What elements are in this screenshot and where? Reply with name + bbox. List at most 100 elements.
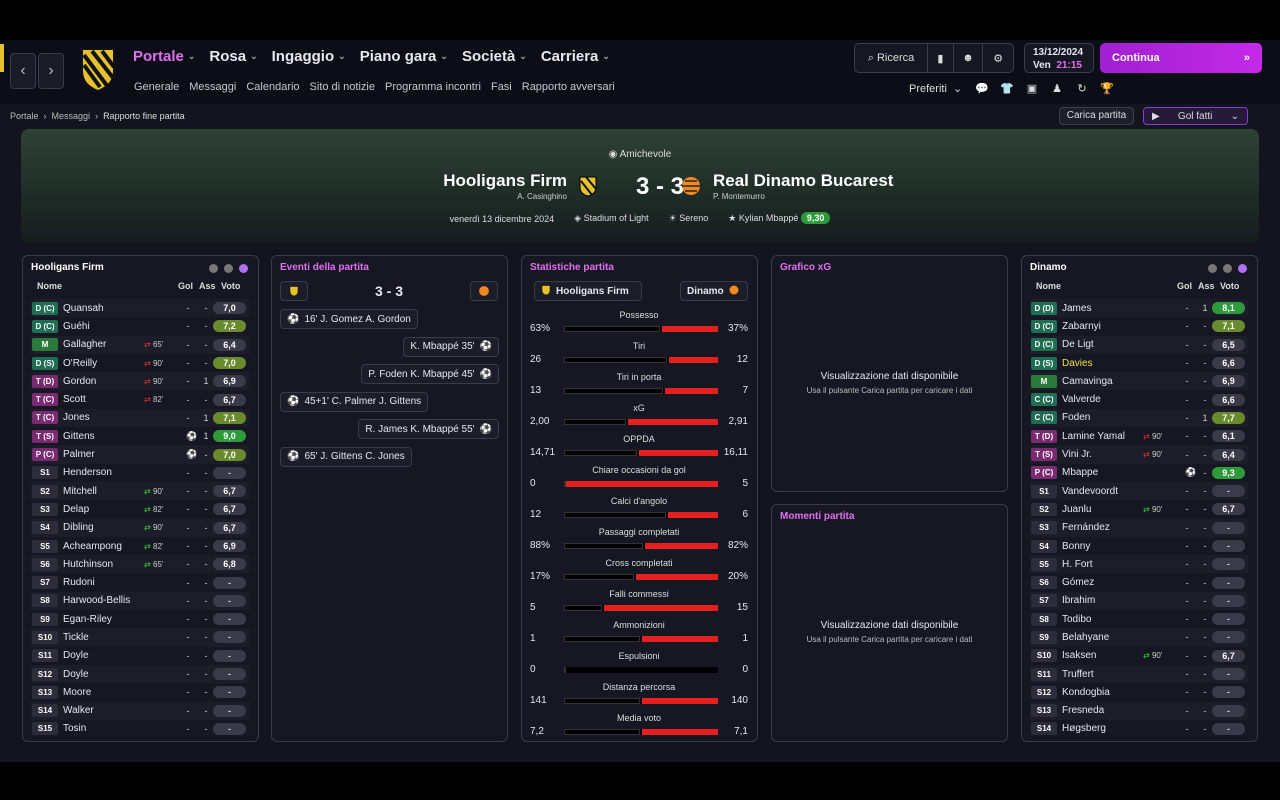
player-row[interactable]: P (C) Mbappe ⚽ -9,3: [1030, 464, 1248, 482]
player-row[interactable]: C (C) Valverde - -6,6: [1030, 390, 1248, 408]
player-name[interactable]: Jones: [63, 412, 133, 423]
player-name[interactable]: Kondogbia: [1062, 687, 1132, 698]
player-name[interactable]: Foden: [1062, 412, 1132, 423]
player-row[interactable]: S7 Ibrahim - - -: [1030, 591, 1248, 611]
player-name[interactable]: Belahyane: [1062, 632, 1132, 643]
submenu-item[interactable]: Sito di notizie: [310, 81, 375, 93]
player-row[interactable]: S5 Acheampong ⇄ 82' - -6,9: [31, 537, 249, 555]
col-ass[interactable]: Ass: [1198, 281, 1215, 291]
menu-società[interactable]: Società ⌄: [462, 48, 527, 65]
tactics-icon[interactable]: ♟: [1050, 82, 1064, 95]
player-row[interactable]: S12 Doyle - - -: [31, 664, 249, 684]
col-gol[interactable]: Gol: [178, 281, 193, 291]
menu-ingaggio[interactable]: Ingaggio ⌄: [272, 48, 346, 65]
dot-3[interactable]: [1238, 264, 1247, 273]
crumb-portale[interactable]: Portale: [10, 111, 39, 121]
staff-button[interactable]: ☻: [954, 44, 984, 72]
shirt-icon[interactable]: 👕: [1000, 82, 1014, 95]
dot-3[interactable]: [239, 264, 248, 273]
player-name[interactable]: Tosin: [63, 723, 133, 734]
player-name[interactable]: Egan-Riley: [63, 614, 133, 625]
player-name[interactable]: Høgsberg: [1062, 723, 1132, 734]
player-name[interactable]: Todibo: [1062, 614, 1132, 625]
player-row[interactable]: S3 Delap ⇄ 82' - -6,7: [31, 500, 249, 518]
col-voto[interactable]: Voto: [221, 281, 240, 291]
player-name[interactable]: Dibling: [63, 522, 133, 533]
submenu-item[interactable]: Programma incontri: [385, 81, 481, 93]
player-row[interactable]: D (D) James - 1 8,1: [1030, 299, 1248, 318]
trophy-icon[interactable]: 🏆: [1100, 82, 1114, 95]
player-row[interactable]: S15 Tosin - - -: [31, 720, 249, 738]
player-name[interactable]: Lamine Yamal: [1062, 431, 1132, 442]
player-name[interactable]: Vini Jr.: [1062, 449, 1132, 460]
menu-portale[interactable]: Portale ⌄: [133, 48, 195, 65]
player-row[interactable]: D (C) Zabarnyi - -7,1: [1030, 317, 1248, 335]
dot-1[interactable]: [209, 264, 218, 273]
menu-rosa[interactable]: Rosa ⌄: [209, 48, 257, 65]
player-row[interactable]: T (S) Vini Jr. ⇄ 90' - -6,4: [1030, 445, 1248, 464]
player-name[interactable]: Ibrahim: [1062, 595, 1132, 606]
forward-button[interactable]: ›: [38, 53, 64, 89]
menu-carriera[interactable]: Carriera ⌄: [541, 48, 610, 65]
card-icon[interactable]: ▣: [1025, 82, 1039, 95]
player-row[interactable]: M Gallagher ⇄ 65' - -6,4: [31, 335, 249, 354]
player-row[interactable]: T (S) Gittens ⚽ 1 9,0: [31, 427, 249, 445]
player-row[interactable]: S9 Belahyane - - -: [1030, 628, 1248, 647]
dot-1[interactable]: [1208, 264, 1217, 273]
player-row[interactable]: S2 Juanlu ⇄ 90' - -6,7: [1030, 500, 1248, 518]
event-item[interactable]: ⚽ 65' J. Gittens C. Jones: [280, 446, 412, 467]
player-name[interactable]: Davies: [1062, 358, 1132, 369]
player-name[interactable]: Palmer: [63, 449, 133, 460]
goals-dropdown[interactable]: ▶ Gol fatti ⌄: [1143, 107, 1248, 125]
event-item[interactable]: K. Mbappé 35' ⚽: [403, 336, 499, 357]
chat-icon[interactable]: 💬: [975, 82, 989, 95]
col-gol[interactable]: Gol: [1177, 281, 1192, 291]
submenu-item[interactable]: Generale: [134, 81, 179, 93]
col-name[interactable]: Nome: [1036, 281, 1061, 291]
player-row[interactable]: S13 Fresneda - - -: [1030, 701, 1248, 720]
player-row[interactable]: D (S) Davies - -6,6: [1030, 354, 1248, 372]
bookmark-button[interactable]: ▮: [928, 44, 954, 72]
player-name[interactable]: Valverde: [1062, 394, 1132, 405]
player-name[interactable]: Truffert: [1062, 669, 1132, 680]
dot-2[interactable]: [224, 264, 233, 273]
player-row[interactable]: S6 Hutchinson ⇄ 65' - -6,8: [31, 555, 249, 574]
favorites-dropdown[interactable]: Preferiti ⌄: [909, 82, 962, 95]
player-name[interactable]: O'Reilly: [63, 358, 133, 369]
player-row[interactable]: T (D) Gordon ⇄ 90' - 1 6,9: [31, 372, 249, 391]
menu-piano-gara[interactable]: Piano gara ⌄: [360, 48, 448, 65]
player-name[interactable]: Walker: [63, 705, 133, 716]
submenu-item[interactable]: Calendario: [246, 81, 299, 93]
player-name[interactable]: Vandevoordt: [1062, 486, 1132, 497]
col-ass[interactable]: Ass: [199, 281, 216, 291]
player-name[interactable]: Rudoni: [63, 577, 133, 588]
player-name[interactable]: Hutchinson: [63, 559, 133, 570]
player-name[interactable]: Gordon: [63, 376, 133, 387]
player-name[interactable]: Fernández: [1062, 522, 1132, 533]
player-row[interactable]: S11 Truffert - - -: [1030, 664, 1248, 684]
player-row[interactable]: C (C) Foden - 1 7,7: [1030, 408, 1248, 428]
player-name[interactable]: De Ligt: [1062, 339, 1132, 350]
player-name[interactable]: Mbappe: [1062, 467, 1132, 478]
player-name[interactable]: Scott: [63, 394, 133, 405]
player-row[interactable]: D (C) Quansah - -7,0: [31, 299, 249, 318]
player-row[interactable]: S6 Gómez - - -: [1030, 573, 1248, 591]
player-name[interactable]: Guéhi: [63, 321, 133, 332]
submenu-item[interactable]: Fasi: [491, 81, 512, 93]
date-box[interactable]: 13/12/2024 Ven 21:15: [1024, 43, 1094, 73]
player-row[interactable]: T (C) Jones - 1 7,1: [31, 408, 249, 428]
player-row[interactable]: S14 Høgsberg - - -: [1030, 720, 1248, 738]
player-row[interactable]: P (C) Palmer ⚽ -7,0: [31, 445, 249, 464]
col-voto[interactable]: Voto: [1220, 281, 1239, 291]
player-name[interactable]: James: [1062, 303, 1132, 314]
player-name[interactable]: Henderson: [63, 467, 133, 478]
player-row[interactable]: S12 Kondogbia - - -: [1030, 683, 1248, 701]
player-row[interactable]: S5 H. Fort - - -: [1030, 555, 1248, 574]
player-name[interactable]: Moore: [63, 687, 133, 698]
dot-2[interactable]: [1223, 264, 1232, 273]
refresh-icon[interactable]: ↻: [1075, 82, 1089, 95]
event-item[interactable]: P. Foden K. Mbappé 45' ⚽: [361, 364, 499, 384]
player-name[interactable]: Bonny: [1062, 541, 1132, 552]
player-name[interactable]: Juanlu: [1062, 504, 1132, 515]
submenu-item[interactable]: Messaggi: [189, 81, 236, 93]
